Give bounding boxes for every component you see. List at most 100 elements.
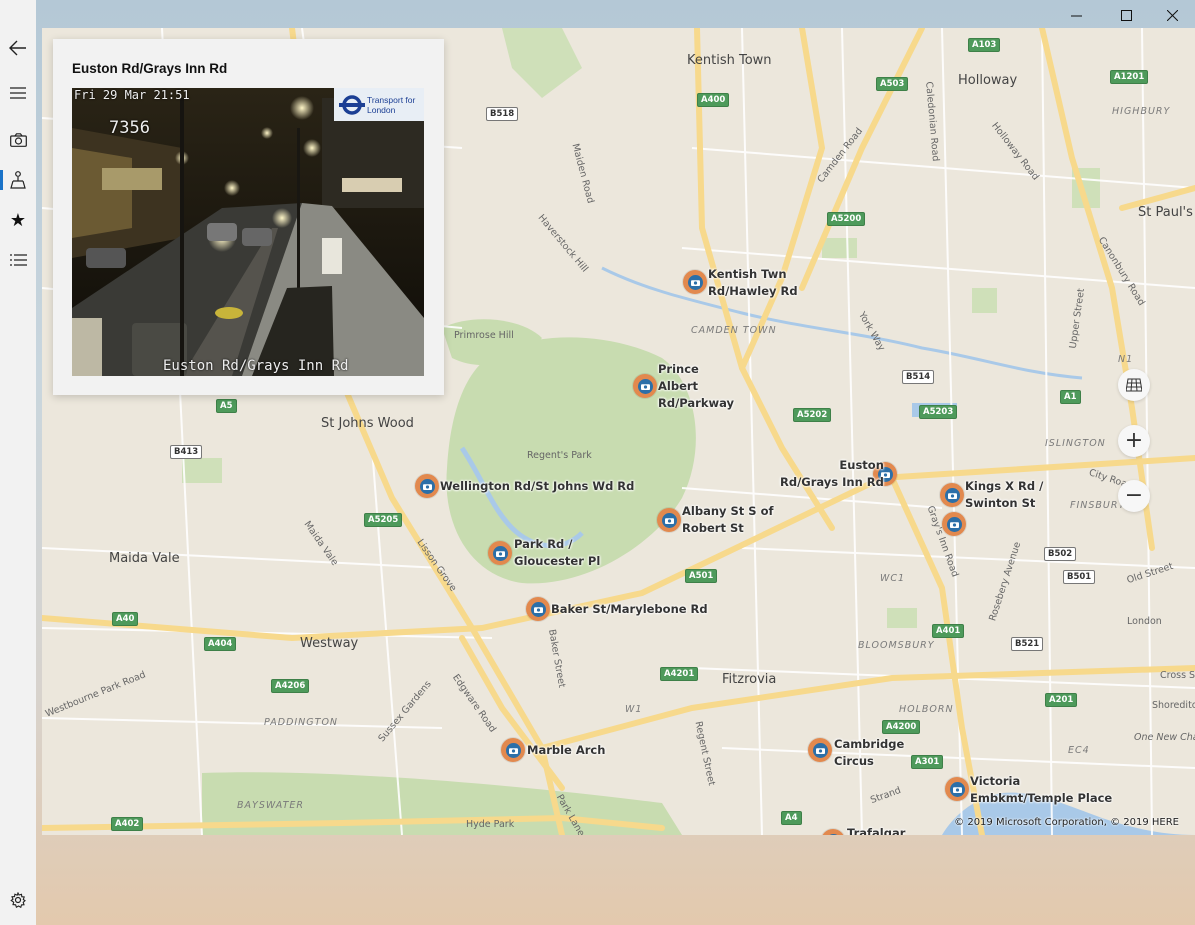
camera-icon [690, 279, 700, 286]
district-label: HOLBORN [899, 704, 954, 715]
camera-pin[interactable] [657, 508, 681, 532]
map-layers-icon [1126, 378, 1142, 392]
street-label: One New Change [1134, 732, 1195, 743]
street-label: Regent's Park [527, 450, 592, 461]
camera-pin-label[interactable]: Prince Albert Rd/Parkway [658, 361, 734, 412]
camera-pin[interactable] [501, 738, 525, 762]
camera-pin[interactable] [488, 541, 512, 565]
title-bar [36, 0, 1195, 30]
camera-pin[interactable] [945, 777, 969, 801]
maximize-button[interactable] [1103, 0, 1149, 30]
camera-icon [952, 786, 962, 793]
road-badge: A1201 [1110, 70, 1149, 84]
street-label: Cross Street [1160, 670, 1195, 681]
camera-pin[interactable] [683, 270, 707, 294]
list-icon [9, 254, 27, 266]
district-label: HIGHBURY [1112, 106, 1171, 117]
road-badge: A5205 [364, 513, 403, 527]
camera-pin[interactable] [940, 483, 964, 507]
road-badge: B514 [902, 370, 935, 384]
district-label: ISLINGTON [1045, 438, 1106, 449]
road-badge: A40 [112, 612, 139, 626]
camera-caption: Euston Rd/Grays Inn Rd [163, 358, 349, 374]
map-layers-button[interactable] [1118, 369, 1150, 401]
camera-icon [495, 550, 505, 557]
road-badge: A301 [911, 755, 944, 769]
street-label: Primrose Hill [454, 330, 514, 341]
camera-pin-label[interactable]: Park Rd / Gloucester Pl [514, 536, 600, 570]
camera-timestamp: Fri 29 Mar 21:51 [74, 88, 190, 102]
camera-icon [422, 483, 432, 490]
road-badge: A5203 [919, 405, 958, 419]
minus-icon: − [1124, 483, 1144, 508]
minimize-button[interactable] [1053, 0, 1099, 30]
camera-pin[interactable] [526, 597, 550, 621]
tfl-roundel-icon [339, 94, 365, 115]
camera-pin-label[interactable]: Albany St S of Robert St [682, 503, 774, 537]
road-badge: A4201 [660, 667, 699, 681]
road-badge: A501 [685, 569, 718, 583]
tfl-badge: Transport for London [334, 88, 424, 121]
camera-pin[interactable] [415, 474, 439, 498]
plus-icon: + [1124, 428, 1144, 453]
settings-button[interactable] [0, 882, 36, 918]
road-badge: A5 [216, 399, 237, 413]
close-button[interactable] [1149, 0, 1195, 30]
road-badge: A402 [111, 817, 144, 831]
road-badge: A103 [968, 38, 1001, 52]
camera-pin-label[interactable]: Trafalgar [847, 825, 905, 835]
place-label: Maida Vale [109, 551, 180, 566]
camera-pin-label[interactable]: Baker St/Marylebone Rd [551, 601, 708, 618]
road-badge: A503 [876, 77, 909, 91]
camera-pin-label[interactable]: Kentish Twn Rd/Hawley Rd [708, 266, 798, 300]
camera-pin-label[interactable]: Euston Rd/Grays Inn Rd [780, 457, 884, 491]
back-arrow-icon [9, 40, 26, 56]
camera-icon [508, 747, 518, 754]
place-label: London [1127, 616, 1162, 627]
nav-item-list[interactable] [0, 242, 36, 278]
district-label: BAYSWATER [237, 800, 304, 811]
street-label: Hyde Park [466, 819, 515, 830]
road-badge: A4 [781, 811, 802, 825]
road-badge: B413 [170, 445, 203, 459]
place-label: Westway [300, 636, 359, 651]
nav-item-cameras[interactable] [0, 122, 36, 158]
road-badge: B501 [1063, 570, 1096, 584]
camera-image[interactable]: Fri 29 Mar 21:51 7356 Transport for Lond… [72, 88, 424, 376]
camera-pin-label[interactable]: Marble Arch [527, 742, 605, 759]
road-badge: A400 [697, 93, 730, 107]
camera-pin-label[interactable]: Wellington Rd/St Johns Wd Rd [440, 478, 634, 495]
road-badge: B518 [486, 107, 519, 121]
nav-item-map[interactable] [0, 162, 36, 198]
district-label: W1 [625, 704, 643, 715]
street-label: Shoreditch [1152, 700, 1195, 711]
camera-title: Euston Rd/Grays Inn Rd [72, 61, 228, 76]
place-label: St Johns Wood [321, 416, 414, 431]
camera-pin-label[interactable]: Victoria Embkmt/Temple Place [970, 773, 1112, 807]
camera-icon [9, 133, 27, 147]
camera-id: 7356 [109, 118, 150, 138]
camera-pin[interactable] [808, 738, 832, 762]
camera-pin-label[interactable]: Kings X Rd / Swinton St [965, 478, 1043, 512]
nav-item-favorites[interactable]: ★ [0, 202, 36, 238]
district-label: FINSBURY [1070, 500, 1126, 511]
camera-pin[interactable] [942, 512, 966, 536]
zoom-in-button[interactable]: + [1118, 425, 1150, 457]
camera-icon [947, 492, 957, 499]
camera-preview-card: Euston Rd/Grays Inn Rd Fri 29 Mar 21:51 … [53, 39, 444, 395]
road-badge: A5202 [793, 408, 832, 422]
zoom-out-button[interactable]: − [1118, 480, 1150, 512]
back-button[interactable] [0, 30, 36, 66]
camera-icon [664, 517, 674, 524]
camera-pin[interactable] [633, 374, 657, 398]
place-label: Holloway [958, 73, 1018, 88]
road-badge: A5200 [827, 212, 866, 226]
hamburger-menu-button[interactable] [0, 75, 36, 111]
district-label: PADDINGTON [264, 717, 339, 728]
road-badge: A404 [204, 637, 237, 651]
place-label: St Paul's [1138, 205, 1193, 220]
road-badge: A201 [1045, 693, 1078, 707]
camera-pin-label[interactable]: Cambridge Circus [834, 736, 904, 770]
place-label: Fitzrovia [722, 672, 777, 687]
district-label: EC4 [1068, 745, 1090, 756]
